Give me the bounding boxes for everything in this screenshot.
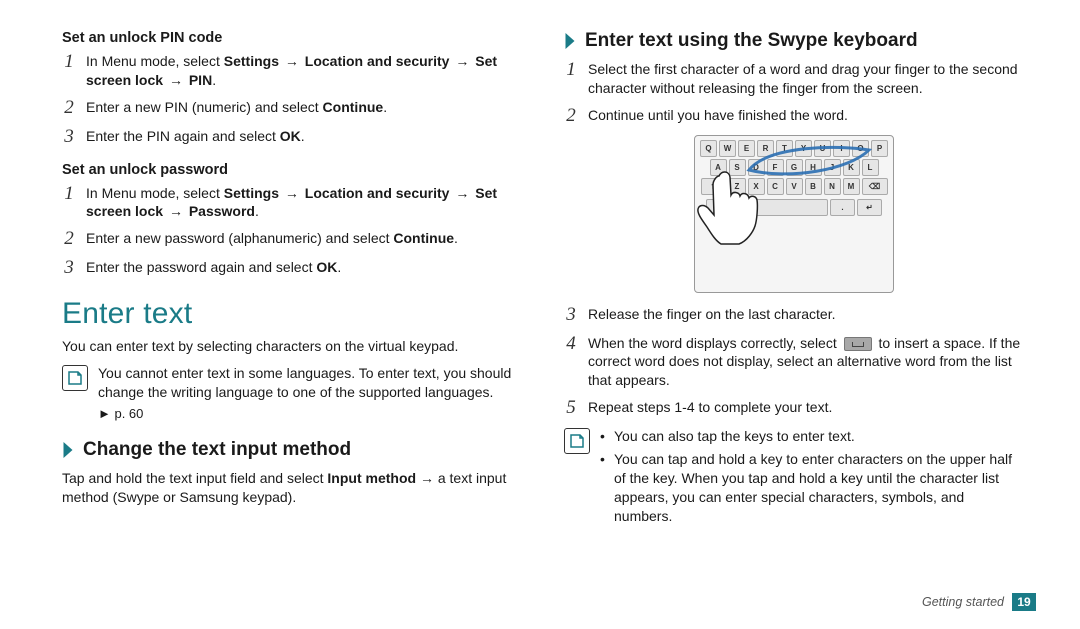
chevron-right-icon [62,441,75,459]
step-number: 3 [62,127,76,148]
page-reference: ► p. 60 [98,405,143,423]
note-icon [62,365,88,391]
step-number: 1 [564,60,578,98]
chevron-right-icon [564,32,577,50]
step-number: 2 [62,98,76,119]
hand-pointer-icon [689,166,769,256]
swype-step-4: When the word displays correctly, select… [588,334,1024,391]
password-heading: Set an unlock password [62,162,522,178]
swype-heading: Enter text using the Swype keyboard [585,30,918,52]
pw-step-3: Enter the password again and select OK. [86,258,522,279]
enter-text-intro: You can enter text by selecting characte… [62,337,522,356]
spacebar-icon [844,337,872,351]
step-number: 3 [62,258,76,279]
step-number: 2 [564,106,578,127]
swype-keyboard-illustration: QWERTYUIOP ASDFGHJKL ⇧ ZXCVBNM ⌫ 123 . ↵ [694,135,894,293]
note-icon [564,428,590,454]
swype-step-1: Select the first character of a word and… [588,60,1024,98]
swype-step-2: Continue until you have finished the wor… [588,106,1024,127]
step-number: 1 [62,184,76,222]
change-input-body: Tap and hold the text input field and se… [62,469,522,507]
swype-step-3: Release the finger on the last character… [588,305,1024,326]
note-bullet: You can also tap the keys to enter text. [600,427,1024,446]
step-number: 2 [62,229,76,250]
note-bullet: You can tap and hold a key to enter char… [600,450,1024,526]
enter-text-heading: Enter text [62,297,522,331]
pin-step-3: Enter the PIN again and select OK. [86,127,522,148]
step-number: 5 [564,398,578,419]
swype-step-5: Repeat steps 1-4 to complete your text. [588,398,1024,419]
step-number: 3 [564,305,578,326]
change-input-heading: Change the text input method [83,439,351,461]
pin-step-1: In Menu mode, select Settings → Location… [86,52,522,90]
pw-step-2: Enter a new password (alphanumeric) and … [86,229,522,250]
page-footer: Getting started 19 [922,593,1036,611]
footer-section: Getting started [922,595,1004,609]
pw-step-1: In Menu mode, select Settings → Location… [86,184,522,222]
pin-step-2: Enter a new PIN (numeric) and select Con… [86,98,522,119]
pin-heading: Set an unlock PIN code [62,30,522,46]
footer-page-number: 19 [1012,593,1036,611]
step-number: 4 [564,334,578,391]
step-number: 1 [62,52,76,90]
note-body: You cannot enter text in some languages.… [98,364,522,423]
